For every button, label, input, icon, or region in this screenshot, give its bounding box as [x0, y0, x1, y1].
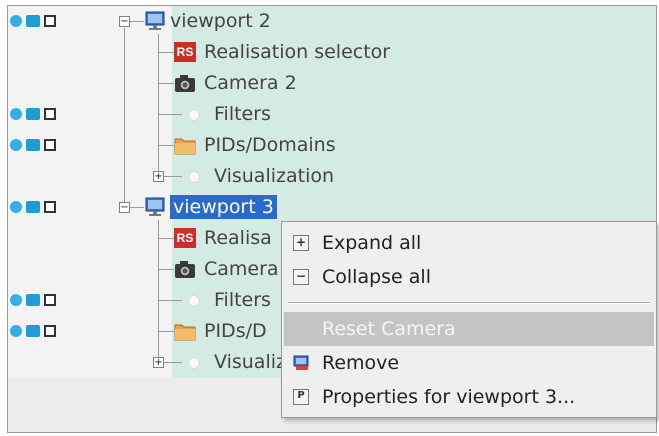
menu-item-properties[interactable]: P Properties for viewport 3... — [284, 380, 654, 414]
context-menu: + Expand all − Collapse all Reset Camera… — [281, 221, 657, 418]
visibility-dot-icon[interactable] — [10, 325, 22, 337]
viewport-icon — [145, 197, 165, 216]
fill-toggle-icon[interactable] — [26, 201, 40, 213]
tree-label: Visualiz — [214, 351, 286, 373]
rs-icon: RS — [174, 228, 196, 248]
tree-row-camera-2[interactable]: Camera 2 — [8, 68, 656, 99]
tree-row-pids-domains[interactable]: PIDs/Domains — [8, 130, 656, 161]
row-toggles[interactable] — [10, 108, 70, 122]
checkbox-icon[interactable] — [44, 294, 56, 306]
remove-icon — [293, 355, 309, 370]
fill-toggle-icon[interactable] — [26, 15, 40, 27]
tree-label-selected: viewport 3 — [170, 195, 277, 219]
menu-item-expand-all[interactable]: + Expand all — [284, 226, 654, 260]
row-toggles[interactable] — [10, 201, 70, 215]
tree-label: PIDs/Domains — [204, 134, 336, 156]
tree-row-visualization[interactable]: + Visualization — [8, 161, 656, 192]
tree-row-filters[interactable]: Filters — [8, 99, 656, 130]
tree-label: PIDs/D — [204, 320, 267, 342]
checkbox-icon[interactable] — [44, 15, 56, 27]
menu-item-collapse-all[interactable]: − Collapse all — [284, 260, 654, 294]
properties-icon: P — [293, 389, 309, 405]
node-dot-icon — [188, 109, 200, 121]
menu-item-remove[interactable]: Remove — [284, 346, 654, 380]
collapse-icon: − — [293, 269, 309, 285]
row-toggles[interactable] — [10, 15, 70, 29]
row-toggles[interactable] — [10, 294, 70, 308]
menu-item-label: Reset Camera — [322, 318, 456, 340]
visibility-dot-icon[interactable] — [10, 15, 22, 27]
expand-toggle[interactable]: + — [153, 171, 164, 182]
visibility-dot-icon[interactable] — [10, 294, 22, 306]
tree-label: Filters — [214, 289, 271, 311]
menu-item-reset-camera[interactable]: Reset Camera — [284, 312, 654, 346]
viewport-icon — [145, 11, 165, 30]
checkbox-icon[interactable] — [44, 108, 56, 120]
checkbox-icon[interactable] — [44, 139, 56, 151]
tree-row-viewport-3[interactable]: − viewport 3 — [8, 192, 656, 223]
menu-item-label: Expand all — [322, 232, 422, 254]
visibility-dot-icon[interactable] — [10, 139, 22, 151]
tree-label: Visualization — [214, 165, 335, 187]
camera-icon — [175, 75, 195, 92]
folder-icon — [174, 324, 196, 341]
expand-toggle[interactable]: + — [153, 357, 164, 368]
visibility-dot-icon[interactable] — [10, 201, 22, 213]
row-toggles[interactable] — [10, 139, 70, 153]
expand-icon: + — [293, 235, 309, 251]
tree-label: viewport 2 — [170, 10, 271, 32]
menu-item-label: Remove — [322, 352, 400, 374]
tree-label: Filters — [214, 103, 271, 125]
node-dot-icon — [188, 171, 200, 183]
menu-item-label: Properties for viewport 3... — [322, 386, 576, 408]
tree-label: Camera — [204, 258, 279, 280]
collapse-toggle[interactable]: − — [119, 202, 130, 213]
checkbox-icon[interactable] — [44, 201, 56, 213]
fill-toggle-icon[interactable] — [26, 325, 40, 337]
fill-toggle-icon[interactable] — [26, 294, 40, 306]
tree-label: Camera 2 — [204, 72, 297, 94]
row-toggles[interactable] — [10, 325, 70, 339]
tree-label: Realisation selector — [204, 41, 391, 63]
tree-row-viewport-2[interactable]: − viewport 2 — [8, 6, 656, 37]
fill-toggle-icon[interactable] — [26, 139, 40, 151]
menu-separator — [288, 302, 650, 304]
fill-toggle-icon[interactable] — [26, 108, 40, 120]
checkbox-icon[interactable] — [44, 325, 56, 337]
node-dot-icon — [188, 357, 200, 369]
visibility-dot-icon[interactable] — [10, 108, 22, 120]
tree-label: Realisa — [204, 227, 272, 249]
node-dot-icon — [188, 295, 200, 307]
tree-row-realisation-selector[interactable]: RS Realisation selector — [8, 37, 656, 68]
rs-icon: RS — [174, 42, 196, 62]
folder-icon — [174, 138, 196, 155]
menu-item-label: Collapse all — [322, 266, 431, 288]
camera-icon — [175, 261, 195, 278]
collapse-toggle[interactable]: − — [119, 16, 130, 27]
